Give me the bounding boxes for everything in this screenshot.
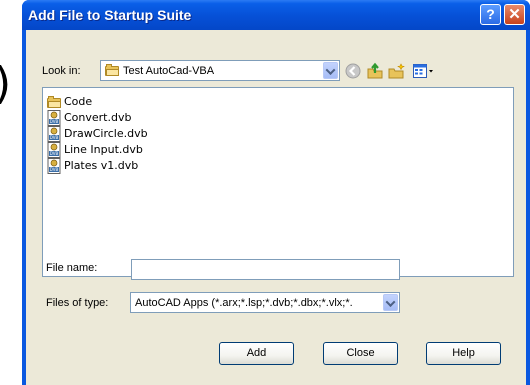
file-name-input[interactable]: [131, 259, 400, 280]
look-in-label: Look in:: [42, 65, 81, 77]
up-folder-icon[interactable]: [366, 62, 384, 80]
files-of-type-combo[interactable]: AutoCAD Apps (*.arx;*.lsp;*.dvb;*.dbx;*.…: [130, 292, 400, 313]
svg-text:DVB: DVB: [50, 151, 59, 156]
chevron-down-icon[interactable]: [323, 62, 338, 79]
list-item-label: DrawCircle.dvb: [64, 127, 148, 140]
back-arrow-icon[interactable]: [344, 62, 362, 80]
folder-icon: [47, 96, 61, 108]
svg-text:DVB: DVB: [50, 135, 59, 140]
screen: ) Add File to Startup Suite ? ✕ Look in:…: [0, 0, 530, 385]
add-button[interactable]: Add: [219, 342, 294, 365]
dialog-title: Add File to Startup Suite: [28, 7, 192, 23]
list-item-label: Code: [64, 95, 93, 108]
dvb-file-icon: DVB: [47, 110, 61, 126]
dvb-file-icon: DVB: [47, 126, 61, 142]
title-close-button[interactable]: ✕: [504, 4, 525, 25]
dvb-file-icon: DVB: [47, 142, 61, 158]
look-in-value: Test AutoCad-VBA: [123, 65, 215, 77]
dvb-file-icon: DVB: [47, 158, 61, 174]
background-parenthesis: ): [0, 62, 11, 106]
look-in-combo[interactable]: Test AutoCad-VBA: [100, 60, 340, 81]
list-item-label: Plates v1.dvb: [64, 159, 139, 172]
new-folder-icon[interactable]: [388, 62, 406, 80]
svg-text:DVB: DVB: [50, 119, 59, 124]
title-bar[interactable]: Add File to Startup Suite ? ✕: [22, 0, 530, 30]
help-button[interactable]: Help: [426, 342, 501, 365]
dialog-body: Look in: Test AutoCad-VBA Code DVB Conve…: [26, 30, 526, 385]
svg-text:DVB: DVB: [50, 167, 59, 172]
title-help-button[interactable]: ?: [480, 4, 501, 25]
list-item-label: Convert.dvb: [64, 111, 132, 124]
files-of-type-label: Files of type:: [46, 297, 109, 309]
list-item-label: Line Input.dvb: [64, 143, 143, 156]
views-menu-icon[interactable]: [412, 62, 436, 80]
folder-icon: [105, 64, 119, 76]
file-name-label: File name:: [46, 262, 98, 274]
files-of-type-value: AutoCAD Apps (*.arx;*.lsp;*.dvb;*.dbx;*.…: [135, 297, 353, 309]
add-file-dialog: Add File to Startup Suite ? ✕ Look in: T…: [22, 0, 530, 385]
close-button[interactable]: Close: [323, 342, 398, 365]
file-list[interactable]: Code DVB Convert.dvb DVB DrawCircle.dvb …: [42, 87, 514, 277]
chevron-down-icon[interactable]: [383, 294, 398, 311]
